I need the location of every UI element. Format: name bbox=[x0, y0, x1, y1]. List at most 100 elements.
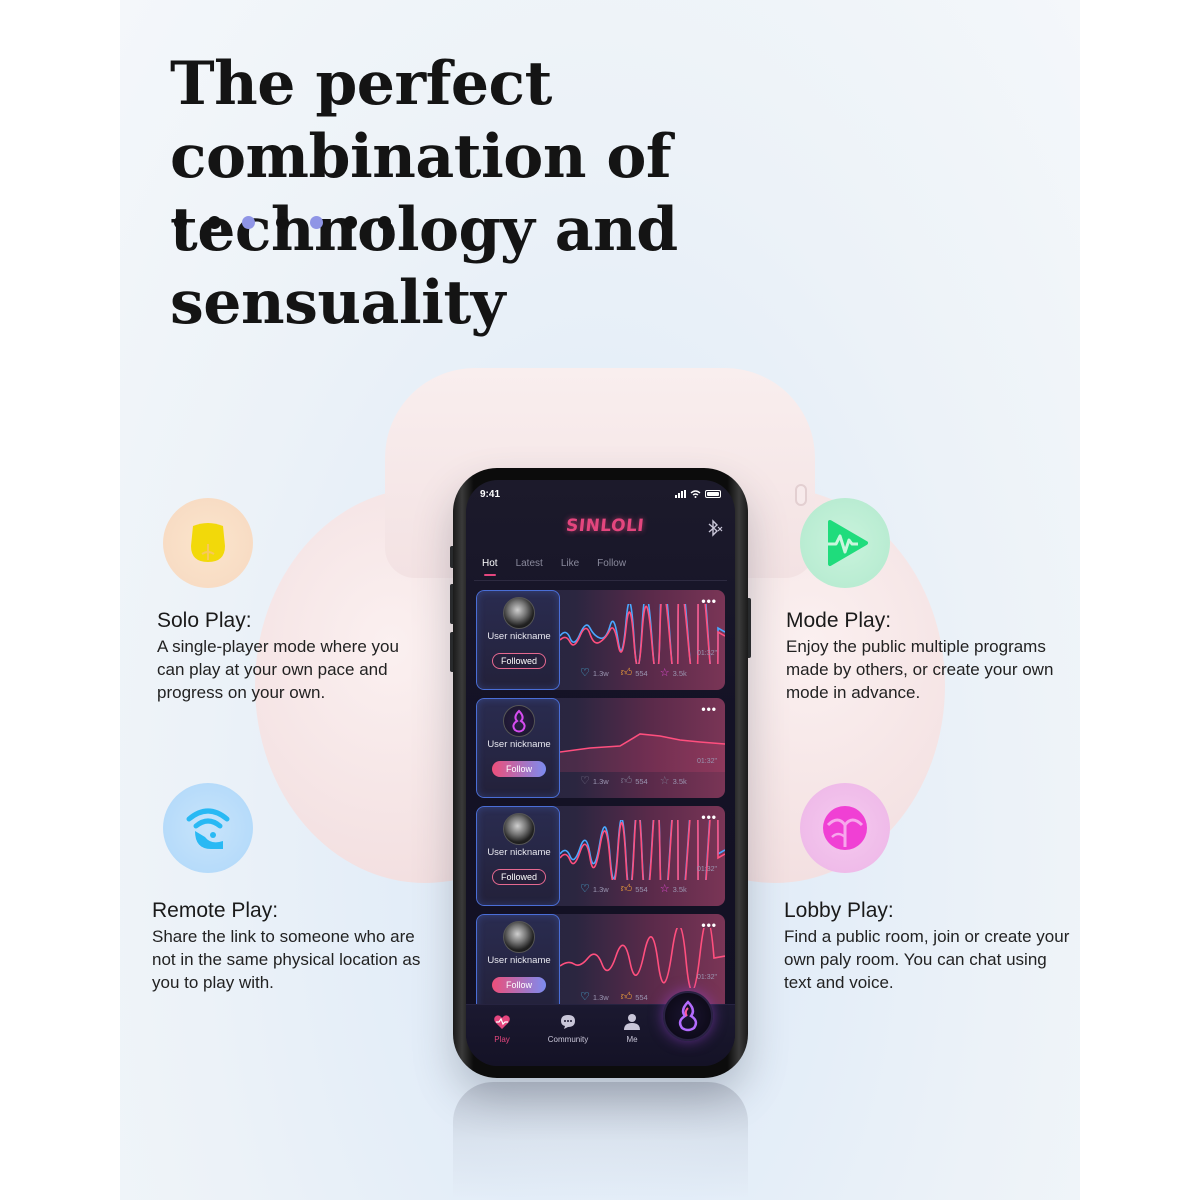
heart-stat[interactable]: ♡ 1.3w bbox=[580, 668, 609, 679]
nav-label: Community bbox=[547, 1035, 589, 1044]
user-nickname: User nickname bbox=[487, 847, 551, 858]
phone-reflection bbox=[453, 1082, 748, 1200]
brand-action-button[interactable] bbox=[663, 991, 713, 1041]
feed-tabs: Hot Latest Like Follow bbox=[482, 558, 626, 576]
card-user-panel: User nickname Followed bbox=[476, 806, 560, 906]
tab-like[interactable]: Like bbox=[561, 558, 579, 569]
like-stat[interactable]: 👍︎ 554 bbox=[621, 884, 648, 895]
dot-accent bbox=[242, 216, 255, 229]
heart-stat[interactable]: ♡ 1.3w bbox=[580, 884, 609, 895]
heart-count: 1.3w bbox=[592, 669, 609, 678]
tab-hot[interactable]: Hot bbox=[482, 558, 498, 576]
feature-description: Enjoy the public multiple programs made … bbox=[786, 637, 1054, 702]
dot-accent bbox=[310, 216, 323, 229]
star-count: 3.5k bbox=[672, 669, 687, 678]
star-stat[interactable]: ☆ 3.5k bbox=[660, 776, 687, 787]
card-user-panel: User nickname Follow bbox=[476, 914, 560, 1014]
bluetooth-off-icon[interactable] bbox=[705, 519, 723, 537]
nav-label: Me bbox=[626, 1035, 638, 1044]
dot bbox=[276, 216, 289, 229]
battery-icon bbox=[705, 490, 721, 498]
star-stat[interactable]: ☆ 3.5k bbox=[660, 884, 687, 895]
feed-card[interactable]: User nickname Follow ••• 01:32" ♡ 1.3w 👍︎… bbox=[476, 698, 725, 798]
nav-me[interactable]: Me bbox=[602, 1013, 662, 1044]
person-icon bbox=[624, 1014, 640, 1030]
follow-button[interactable]: Follow bbox=[492, 977, 546, 993]
like-count: 554 bbox=[635, 993, 648, 1002]
card-user-panel: User nickname Followed bbox=[476, 590, 560, 690]
star-icon: ☆ bbox=[659, 667, 670, 679]
feed-card[interactable]: User nickname Followed ••• 01:32" ♡ 1.3w … bbox=[476, 806, 725, 906]
followed-button[interactable]: Followed bbox=[492, 869, 546, 885]
star-count: 3.5k bbox=[672, 885, 687, 894]
heart-pulse-icon: ♡ bbox=[580, 991, 590, 1003]
nav-community[interactable]: Community bbox=[538, 1013, 598, 1044]
like-count: 554 bbox=[635, 885, 648, 894]
thumbs-up-icon: 👍︎ bbox=[620, 991, 633, 1003]
feature-solo-play: Solo Play: A single-player mode where yo… bbox=[157, 609, 427, 704]
feature-title: Lobby Play: bbox=[784, 899, 894, 922]
feature-description: A single-player mode where you can play … bbox=[157, 637, 399, 702]
feed-card[interactable]: User nickname Followed ••• 01:32" ♡ 1.3w … bbox=[476, 590, 725, 690]
brand-logo-icon bbox=[678, 1000, 698, 1032]
like-stat[interactable]: 👍︎ 554 bbox=[621, 776, 648, 787]
duration-label: 01:32" bbox=[696, 650, 717, 657]
tabs-divider bbox=[474, 580, 727, 581]
heart-pulse-icon bbox=[494, 1015, 510, 1029]
headline-line-1: The perfect combination of bbox=[170, 49, 672, 192]
feature-description: Share the link to someone who are not in… bbox=[152, 927, 421, 992]
bottom-nav: Play Community Me bbox=[466, 991, 735, 1066]
like-stat[interactable]: 👍︎ 554 bbox=[621, 992, 648, 1003]
star-icon: ☆ bbox=[659, 775, 670, 787]
remote-wifi-icon bbox=[163, 783, 253, 873]
chat-bubble-icon bbox=[561, 1015, 575, 1029]
heart-stat[interactable]: ♡ 1.3w bbox=[580, 992, 609, 1003]
user-nickname: User nickname bbox=[487, 631, 551, 642]
like-count: 554 bbox=[635, 669, 648, 678]
wifi-icon bbox=[690, 490, 701, 498]
feature-description: Find a public room, join or create your … bbox=[784, 927, 1070, 992]
tab-latest[interactable]: Latest bbox=[516, 558, 543, 569]
heart-pulse-icon: ♡ bbox=[580, 883, 590, 895]
dot bbox=[174, 216, 187, 229]
user-nickname: User nickname bbox=[487, 739, 551, 750]
star-icon: ☆ bbox=[659, 883, 670, 895]
heart-count: 1.3w bbox=[592, 885, 609, 894]
avatar[interactable] bbox=[503, 597, 535, 629]
brand-logo-icon bbox=[512, 709, 526, 733]
card-stats: ♡ 1.3w 👍︎ 554 ☆ 3.5k bbox=[580, 884, 687, 895]
follow-button[interactable]: Follow bbox=[492, 761, 546, 777]
feature-lobby-play: Lobby Play: Find a public room, join or … bbox=[784, 899, 1074, 994]
card-stats: ♡ 1.3w 👍︎ 554 ☆ 3.5k bbox=[580, 776, 687, 787]
star-count: 3.5k bbox=[672, 777, 687, 786]
heart-stat[interactable]: ♡ 1.3w bbox=[580, 776, 609, 787]
like-stat[interactable]: 👍︎ 554 bbox=[621, 668, 648, 679]
app-screen: 9:41 SINLOLI Hot Latest Like Follow User… bbox=[466, 480, 735, 1066]
followed-button[interactable]: Followed bbox=[492, 653, 546, 669]
dot bbox=[378, 216, 391, 229]
phone-mockup: 9:41 SINLOLI Hot Latest Like Follow User… bbox=[450, 468, 751, 1078]
card-user-panel: User nickname Follow bbox=[476, 698, 560, 798]
card-stats: ♡ 1.3w 👍︎ 554 ☆ 3.5k bbox=[580, 668, 687, 679]
card-stats: ♡ 1.3w 👍︎ 554 bbox=[580, 992, 648, 1003]
heart-count: 1.3w bbox=[592, 993, 609, 1002]
buttocks-icon bbox=[163, 498, 253, 588]
dot bbox=[344, 216, 357, 229]
headline: The perfect combination of technology an… bbox=[170, 48, 970, 340]
app-logo: SINLOLI bbox=[564, 516, 646, 536]
avatar[interactable] bbox=[503, 705, 535, 737]
user-nickname: User nickname bbox=[487, 955, 551, 966]
tab-follow[interactable]: Follow bbox=[597, 558, 626, 569]
thumbs-up-icon: 👍︎ bbox=[620, 775, 633, 787]
heart-count: 1.3w bbox=[592, 777, 609, 786]
thumbs-up-icon: 👍︎ bbox=[620, 883, 633, 895]
star-stat[interactable]: ☆ 3.5k bbox=[660, 668, 687, 679]
feature-title: Mode Play: bbox=[786, 609, 892, 632]
avatar[interactable] bbox=[503, 813, 535, 845]
avatar[interactable] bbox=[503, 921, 535, 953]
signal-icon bbox=[675, 490, 686, 498]
status-icons bbox=[675, 490, 721, 498]
feature-remote-play: Remote Play: Share the link to someone w… bbox=[152, 899, 432, 994]
nav-play[interactable]: Play bbox=[472, 1013, 532, 1044]
thumbs-up-icon: 👍︎ bbox=[620, 667, 633, 679]
